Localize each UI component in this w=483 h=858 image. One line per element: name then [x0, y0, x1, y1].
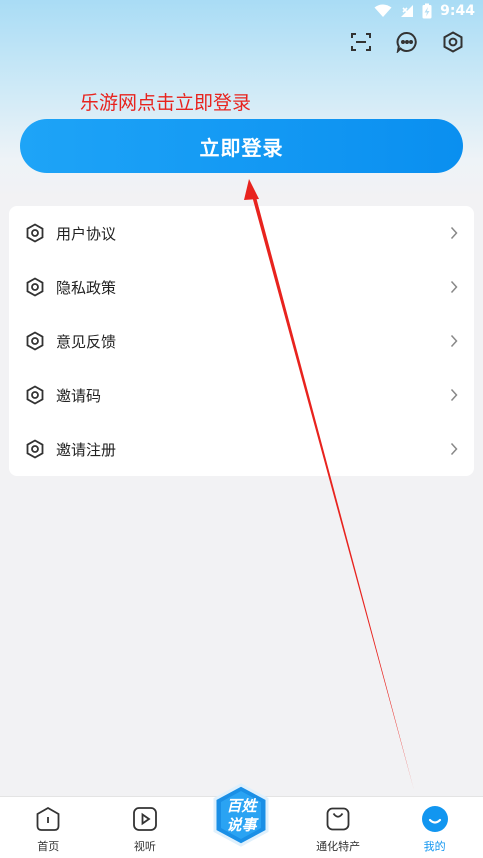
- menu-item-label: 邀请码: [56, 386, 102, 405]
- menu-item-label: 邀请注册: [56, 440, 117, 459]
- center-logo-icon: 百姓 说事: [211, 783, 271, 847]
- menu-item-label: 隐私政策: [56, 278, 117, 297]
- status-time: 9:44: [440, 3, 475, 19]
- tab-mine[interactable]: 我的: [387, 797, 483, 854]
- smile-icon: [421, 805, 449, 833]
- menu-item-invite-code[interactable]: 邀请码: [9, 368, 474, 422]
- chevron-right-icon: [450, 225, 460, 241]
- top-actions: [349, 31, 465, 57]
- center-logo-line2: 说事: [226, 816, 257, 834]
- tab-label: 视听: [133, 840, 156, 853]
- chevron-right-icon: [450, 441, 460, 457]
- scan-icon: [350, 32, 372, 56]
- home-icon: [34, 805, 62, 833]
- settings-icon: [442, 31, 464, 57]
- play-icon: [131, 805, 159, 833]
- menu-item-user-agreement[interactable]: 用户协议: [9, 206, 474, 260]
- bag-icon: [324, 805, 352, 833]
- tab-label: 我的: [423, 840, 446, 853]
- tab-media[interactable]: 视听: [97, 797, 193, 854]
- scan-button[interactable]: [349, 32, 373, 56]
- tab-specialty[interactable]: 通化特产: [290, 797, 386, 854]
- menu-item-invite-register[interactable]: 邀请注册: [9, 422, 474, 476]
- message-icon: [396, 31, 418, 57]
- hexagon-ring-icon: [25, 439, 45, 459]
- settings-button[interactable]: [441, 31, 465, 57]
- tab-baixing-shuoshi[interactable]: 百姓 说事: [193, 783, 289, 847]
- annotation-text: 乐游网点击立即登录: [80, 92, 252, 114]
- hexagon-ring-icon: [25, 277, 45, 297]
- chevron-right-icon: [450, 387, 460, 403]
- battery-charging-icon: [422, 3, 432, 19]
- signal-x-icon: [400, 4, 414, 18]
- message-button[interactable]: [395, 32, 419, 56]
- chevron-right-icon: [450, 279, 460, 295]
- tab-home[interactable]: 首页: [0, 797, 96, 854]
- menu-item-privacy-policy[interactable]: 隐私政策: [9, 260, 474, 314]
- hexagon-ring-icon: [25, 385, 45, 405]
- hexagon-ring-icon: [25, 223, 45, 243]
- center-logo-text: 百姓 说事: [211, 797, 271, 835]
- menu-item-feedback[interactable]: 意见反馈: [9, 314, 474, 368]
- bottom-tab-bar: 首页 视听 百姓 说事 通化特产 我的: [0, 783, 483, 858]
- tab-label: 首页: [37, 840, 60, 853]
- menu-item-label: 用户协议: [56, 224, 117, 243]
- chevron-right-icon: [450, 333, 460, 349]
- login-button[interactable]: 立即登录: [20, 119, 463, 173]
- menu-item-label: 意见反馈: [56, 332, 117, 351]
- menu-list: 用户协议 隐私政策 意见反馈 邀请码 邀请注册: [9, 206, 474, 476]
- status-bar: 9:44: [0, 0, 483, 22]
- tab-label: 通化特产: [316, 840, 361, 853]
- wifi-icon: [374, 4, 392, 18]
- center-logo-line1: 百姓: [226, 797, 257, 815]
- hexagon-ring-icon: [25, 331, 45, 351]
